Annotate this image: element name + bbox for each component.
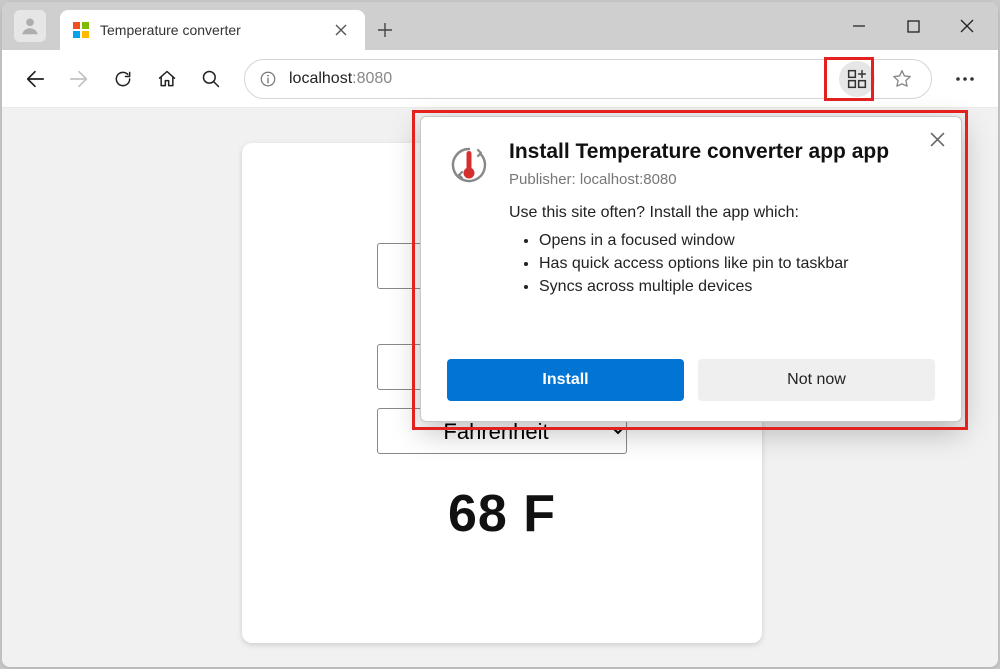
apps-install-icon — [847, 69, 867, 89]
titlebar: Temperature converter — [2, 2, 998, 50]
close-icon — [960, 19, 974, 33]
install-button[interactable]: Install — [447, 359, 684, 401]
ellipsis-icon — [955, 76, 975, 82]
search-icon — [201, 69, 221, 89]
home-icon — [157, 69, 177, 89]
back-button[interactable] — [16, 60, 54, 98]
minimize-icon — [852, 19, 866, 33]
address-host: localhost — [289, 70, 352, 87]
close-icon — [930, 132, 945, 147]
refresh-button[interactable] — [104, 60, 142, 98]
popup-title: Install Temperature converter app app — [509, 139, 935, 165]
address-text: localhost:8080 — [289, 70, 392, 88]
popup-bullets: Opens in a focused window Has quick acce… — [539, 232, 935, 296]
toolbar: localhost:8080 — [2, 50, 998, 108]
tab-title: Temperature converter — [100, 22, 329, 38]
maximize-icon — [907, 20, 920, 33]
close-icon — [335, 24, 347, 36]
maximize-button[interactable] — [886, 6, 940, 46]
popup-lead: Use this site often? Install the app whi… — [509, 204, 935, 222]
browser-window: Temperature converter — [2, 2, 998, 667]
popup-publisher: Publisher: localhost:8080 — [509, 171, 935, 188]
address-port: :8080 — [352, 70, 392, 87]
arrow-left-icon — [24, 68, 46, 90]
star-icon — [892, 69, 912, 89]
install-app-button[interactable] — [839, 61, 875, 97]
address-bar[interactable]: localhost:8080 — [244, 59, 932, 99]
popup-bullet: Has quick access options like pin to tas… — [539, 255, 935, 273]
page-content: Fahrenheit 68 F Install Temper — [2, 108, 998, 667]
home-button[interactable] — [148, 60, 186, 98]
browser-tab[interactable]: Temperature converter — [60, 10, 365, 50]
new-tab-button[interactable] — [365, 10, 405, 50]
profile-button[interactable] — [14, 10, 46, 42]
result-text: 68 F — [272, 484, 732, 544]
minimize-button[interactable] — [832, 6, 886, 46]
popup-bullet: Syncs across multiple devices — [539, 278, 935, 296]
favicon-icon — [72, 21, 90, 39]
more-button[interactable] — [946, 60, 984, 98]
not-now-button[interactable]: Not now — [698, 359, 935, 401]
plus-icon — [377, 22, 393, 38]
arrow-right-icon — [68, 68, 90, 90]
person-icon — [19, 15, 41, 37]
info-icon — [259, 70, 277, 88]
tab-close-button[interactable] — [329, 18, 353, 42]
thermometer-icon — [447, 143, 491, 187]
popup-bullet: Opens in a focused window — [539, 232, 935, 250]
install-popup: Install Temperature converter app app Pu… — [420, 116, 962, 422]
favorite-button[interactable] — [887, 69, 917, 89]
popup-close-button[interactable] — [923, 125, 951, 153]
forward-button[interactable] — [60, 60, 98, 98]
search-button[interactable] — [192, 60, 230, 98]
window-controls — [832, 2, 994, 50]
close-window-button[interactable] — [940, 6, 994, 46]
refresh-icon — [113, 69, 133, 89]
